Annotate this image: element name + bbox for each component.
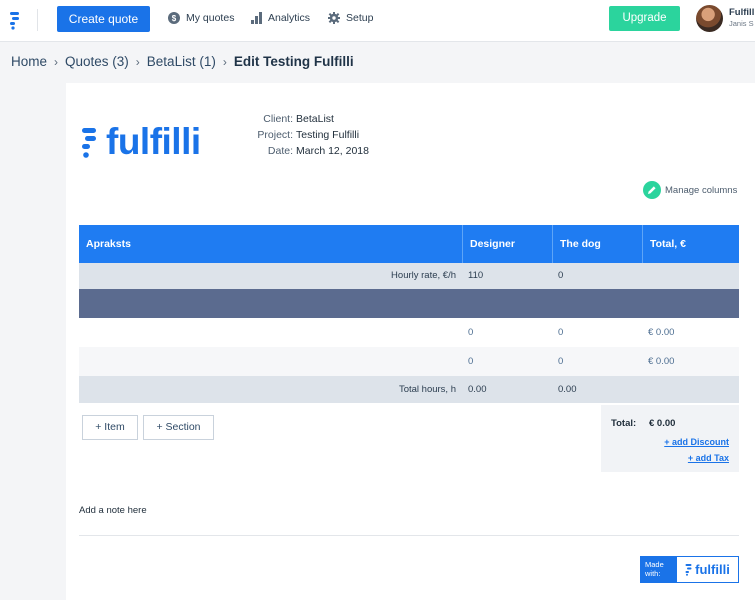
quote-document: fulfilli Client: Project: Date: BetaList… — [66, 83, 755, 600]
upgrade-button[interactable]: Upgrade — [609, 6, 680, 31]
nav-setup-label: Setup — [346, 12, 374, 24]
add-section-button[interactable]: + Section — [143, 415, 214, 440]
date-value[interactable]: March 12, 2018 — [296, 143, 369, 159]
gear-icon — [328, 12, 340, 24]
nav-analytics-label: Analytics — [268, 12, 311, 24]
item-total: € 0.00 — [648, 327, 675, 338]
breadcrumb-quotes[interactable]: Quotes (3) — [65, 54, 129, 69]
designer-total-hours: 0.00 — [468, 384, 487, 395]
table-row: 0 0 € 0.00 — [79, 347, 739, 376]
made-with-line-1: Made — [645, 560, 664, 569]
create-quote-button[interactable]: Create quote — [57, 6, 150, 32]
column-header-total: Total, € — [642, 225, 739, 263]
made-with-brand: fulfilli — [677, 557, 738, 582]
total-hours-empty — [642, 376, 739, 403]
item-dog-hours[interactable]: 0 — [552, 347, 642, 376]
item-description-input[interactable] — [79, 347, 462, 376]
total-label: Total: — [611, 418, 637, 429]
note-divider — [79, 535, 739, 536]
section-row[interactable] — [79, 289, 739, 318]
nav-my-quotes-label: My quotes — [186, 12, 235, 24]
made-with-wordmark: fulfilli — [695, 562, 730, 577]
rate-total-cell — [642, 263, 739, 289]
add-tax-link[interactable]: + add Tax — [688, 453, 729, 463]
client-label: Client: — [263, 113, 293, 125]
breadcrumb-current: Edit Testing Fulfilli — [233, 54, 354, 69]
chevron-right-icon: › — [135, 54, 140, 69]
breadcrumb-client[interactable]: BetaList (1) — [147, 54, 216, 69]
dollar-icon: $ — [168, 12, 180, 24]
chevron-right-icon: › — [222, 54, 227, 69]
svg-text:$: $ — [172, 14, 177, 23]
manage-columns-label: Manage columns — [665, 184, 738, 196]
add-discount-link[interactable]: + add Discount — [664, 437, 729, 447]
column-header-designer[interactable]: Designer — [462, 225, 552, 263]
project-label: Project: — [257, 129, 293, 141]
summary-box: Total: € 0.00 + add Discount + add Tax — [601, 405, 739, 472]
nav-setup[interactable]: Setup — [328, 12, 373, 24]
quote-meta-labels: Client: Project: Date: — [216, 111, 293, 159]
user-company-name: Fulfilli — [729, 7, 755, 18]
pencil-icon — [643, 181, 661, 199]
bar-chart-icon — [251, 12, 262, 24]
total-hours-label: Total hours, h — [398, 384, 456, 395]
designer-rate-input[interactable]: 110 — [462, 263, 552, 289]
app-logo-icon[interactable] — [9, 10, 23, 30]
chevron-right-icon: › — [54, 54, 59, 69]
hourly-rate-label: Hourly rate, €/h — [391, 270, 456, 281]
nav-analytics[interactable]: Analytics — [251, 12, 310, 24]
item-dog-hours[interactable]: 0 — [552, 318, 642, 347]
total-hours-row: Total hours, h 0.00 0.00 — [79, 376, 739, 403]
fulfilli-logo-icon — [82, 127, 96, 158]
made-with-badge[interactable]: Made with: fulfilli — [640, 556, 739, 583]
table-header-row: Apraksts Designer The dog Total, € — [79, 225, 739, 263]
date-label: Date: — [267, 145, 293, 157]
item-total: € 0.00 — [648, 356, 675, 367]
item-description-input[interactable] — [79, 318, 462, 347]
project-value[interactable]: Testing Fulfilli — [296, 127, 369, 143]
top-navigation-bar: Create quote $ My quotes Analytics Setup… — [0, 0, 755, 42]
quote-table: Apraksts Designer The dog Total, € Hourl… — [79, 225, 739, 403]
hourly-rate-row: Hourly rate, €/h 110 0 — [79, 263, 739, 289]
manage-columns-button[interactable]: Manage columns — [643, 181, 737, 199]
note-field[interactable]: Add a note here — [79, 505, 147, 516]
add-item-button[interactable]: + Item — [82, 415, 138, 440]
avatar[interactable] — [696, 5, 723, 32]
nav-divider — [37, 9, 38, 31]
item-designer-hours[interactable]: 0 — [462, 318, 552, 347]
nav-my-quotes[interactable]: $ My quotes — [168, 12, 234, 24]
fulfilli-logo-icon — [685, 564, 692, 576]
breadcrumb-home[interactable]: Home — [11, 54, 47, 69]
table-row: 0 0 € 0.00 — [79, 318, 739, 347]
user-name: Janis S — [729, 19, 754, 28]
total-value: € 0.00 — [649, 418, 676, 429]
client-value[interactable]: BetaList — [296, 111, 369, 127]
item-designer-hours[interactable]: 0 — [462, 347, 552, 376]
made-with-line-2: with: — [645, 569, 661, 578]
dog-total-hours: 0.00 — [558, 384, 577, 395]
dog-rate-input[interactable]: 0 — [552, 263, 642, 289]
company-logo[interactable]: fulfilli — [80, 123, 201, 160]
column-header-the-dog[interactable]: The dog — [552, 225, 642, 263]
breadcrumb: Home › Quotes (3) › BetaList (1) › Edit … — [11, 54, 354, 69]
brand-wordmark: fulfilli — [106, 121, 201, 162]
quote-meta-values: BetaList Testing Fulfilli March 12, 2018 — [296, 111, 369, 159]
column-header-description[interactable]: Apraksts — [79, 225, 462, 263]
made-with-label: Made with: — [641, 557, 677, 582]
